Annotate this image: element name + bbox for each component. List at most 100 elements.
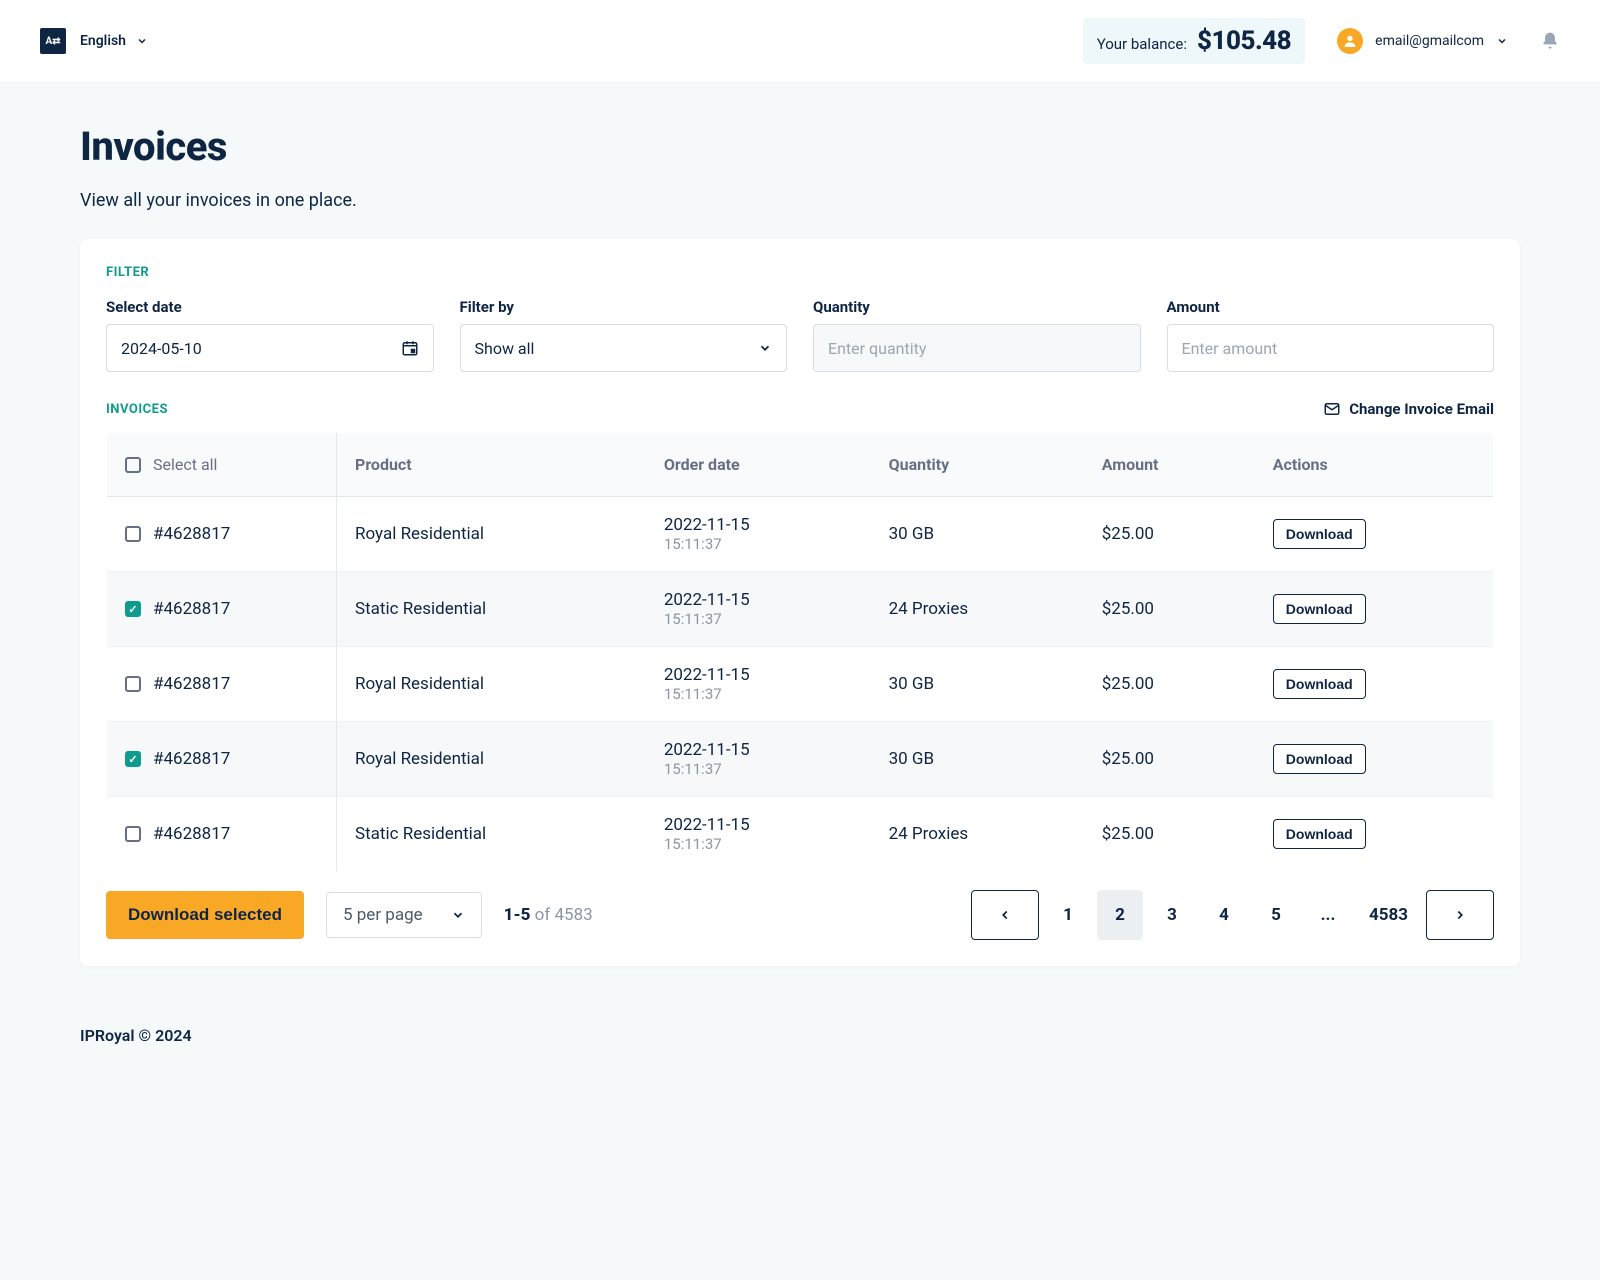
invoice-id: #4628817	[153, 599, 230, 619]
per-page-select[interactable]: 5 per page	[326, 892, 482, 938]
date-cell: 2022-11-15 15:11:37	[646, 572, 871, 647]
row-checkbox[interactable]	[125, 601, 141, 617]
select-all-label: Select all	[153, 455, 217, 474]
quantity-cell: 24 Proxies	[871, 797, 1084, 872]
row-checkbox[interactable]	[125, 676, 141, 692]
table-footer: Download selected 5 per page 1-5 of 4583…	[106, 890, 1494, 940]
invoices-header-row: INVOICES Change Invoice Email	[106, 400, 1494, 418]
filter-amount: Amount Enter amount	[1167, 298, 1495, 372]
bell-icon[interactable]	[1540, 31, 1560, 51]
product-cell: Static Residential	[337, 797, 646, 872]
quantity-cell: 30 GB	[871, 722, 1084, 797]
filter-date: Select date 2024-05-10	[106, 298, 434, 372]
filter-quantity: Quantity Enter quantity	[813, 298, 1141, 372]
topbar: A⇄ English Your balance: $105.48 email@g…	[0, 0, 1600, 83]
quantity-placeholder: Enter quantity	[828, 339, 926, 358]
date-cell: 2022-11-15 15:11:37	[646, 722, 871, 797]
per-page-value: 5 per page	[343, 905, 423, 925]
amount-input[interactable]: Enter amount	[1167, 324, 1495, 372]
table-row: #4628817 Royal Residential 2022-11-15 15…	[107, 647, 1494, 722]
table-row: #4628817 Royal Residential 2022-11-15 15…	[107, 497, 1494, 572]
download-button[interactable]: Download	[1273, 819, 1366, 849]
quantity-cell: 30 GB	[871, 647, 1084, 722]
invoice-id: #4628817	[153, 824, 230, 844]
col-select-all[interactable]: Select all	[107, 433, 337, 497]
filter-by-label: Filter by	[460, 298, 788, 316]
page-prev[interactable]	[971, 890, 1039, 940]
row-checkbox[interactable]	[125, 751, 141, 767]
page-1[interactable]: 1	[1045, 890, 1091, 940]
language-select[interactable]: English	[80, 33, 148, 49]
quantity-cell: 24 Proxies	[871, 572, 1084, 647]
avatar	[1337, 28, 1363, 54]
filter-by-select[interactable]: Show all	[460, 324, 788, 372]
result-range: 1-5 of 4583	[504, 905, 593, 925]
download-button[interactable]: Download	[1273, 744, 1366, 774]
chevron-left-icon	[998, 908, 1012, 922]
range-rest: of 4583	[530, 905, 592, 925]
copyright: IPRoyal © 2024	[80, 1026, 192, 1045]
product-cell: Royal Residential	[337, 647, 646, 722]
invoices-card: FILTER Select date 2024-05-10 Filter by …	[80, 239, 1520, 966]
date-cell: 2022-11-15 15:11:37	[646, 497, 871, 572]
col-order-date: Order date	[646, 433, 871, 497]
date-cell: 2022-11-15 15:11:37	[646, 647, 871, 722]
select-all-checkbox[interactable]	[125, 457, 141, 473]
invoice-id: #4628817	[153, 524, 230, 544]
user-email: email@gmailcom	[1375, 33, 1484, 49]
page-subtitle: View all your invoices in one place.	[80, 190, 1520, 211]
quantity-cell: 30 GB	[871, 497, 1084, 572]
balance-label: Your balance:	[1097, 35, 1187, 53]
chevron-right-icon	[1453, 908, 1467, 922]
change-invoice-email[interactable]: Change Invoice Email	[1323, 400, 1494, 418]
filter-by: Filter by Show all	[460, 298, 788, 372]
quantity-input[interactable]: Enter quantity	[813, 324, 1141, 372]
chevron-down-icon	[451, 908, 465, 922]
chevron-down-icon	[136, 35, 148, 47]
col-product: Product	[337, 433, 646, 497]
product-cell: Static Residential	[337, 572, 646, 647]
invoices-table: Select all Product Order date Quantity A…	[106, 432, 1494, 872]
balance-display: Your balance: $105.48	[1083, 18, 1305, 64]
amount-cell: $25.00	[1084, 797, 1255, 872]
user-menu[interactable]: email@gmailcom	[1337, 28, 1508, 54]
filter-row: Select date 2024-05-10 Filter by Show al…	[106, 298, 1494, 372]
page-3[interactable]: 3	[1149, 890, 1195, 940]
pagination: 12345...4583	[971, 890, 1494, 940]
date-cell: 2022-11-15 15:11:37	[646, 797, 871, 872]
download-button[interactable]: Download	[1273, 594, 1366, 624]
amount-cell: $25.00	[1084, 647, 1255, 722]
page-4583[interactable]: 4583	[1357, 890, 1420, 940]
col-quantity: Quantity	[871, 433, 1084, 497]
invoice-id: #4628817	[153, 674, 230, 694]
invoices-section-label: INVOICES	[106, 402, 168, 417]
chevron-down-icon	[758, 341, 772, 355]
download-button[interactable]: Download	[1273, 519, 1366, 549]
col-actions: Actions	[1255, 433, 1494, 497]
page-2[interactable]: 2	[1097, 890, 1143, 940]
topbar-left: A⇄ English	[40, 28, 148, 54]
row-checkbox[interactable]	[125, 826, 141, 842]
date-input[interactable]: 2024-05-10	[106, 324, 434, 372]
download-button[interactable]: Download	[1273, 669, 1366, 699]
change-email-label: Change Invoice Email	[1349, 400, 1494, 418]
invoice-id: #4628817	[153, 749, 230, 769]
filter-amount-label: Amount	[1167, 298, 1495, 316]
row-checkbox[interactable]	[125, 526, 141, 542]
amount-placeholder: Enter amount	[1182, 339, 1278, 358]
product-cell: Royal Residential	[337, 497, 646, 572]
table-row: #4628817 Static Residential 2022-11-15 1…	[107, 797, 1494, 872]
table-row: #4628817 Royal Residential 2022-11-15 15…	[107, 722, 1494, 797]
col-amount: Amount	[1084, 433, 1255, 497]
table-row: #4628817 Static Residential 2022-11-15 1…	[107, 572, 1494, 647]
page-ellipsis: ...	[1305, 890, 1351, 940]
page-4[interactable]: 4	[1201, 890, 1247, 940]
calendar-icon	[401, 339, 419, 357]
topbar-right: Your balance: $105.48 email@gmailcom	[1083, 18, 1560, 64]
amount-cell: $25.00	[1084, 722, 1255, 797]
range-bold: 1-5	[504, 905, 531, 925]
download-selected-button[interactable]: Download selected	[106, 891, 304, 939]
page-next[interactable]	[1426, 890, 1494, 940]
logo: A⇄	[40, 28, 66, 54]
page-5[interactable]: 5	[1253, 890, 1299, 940]
